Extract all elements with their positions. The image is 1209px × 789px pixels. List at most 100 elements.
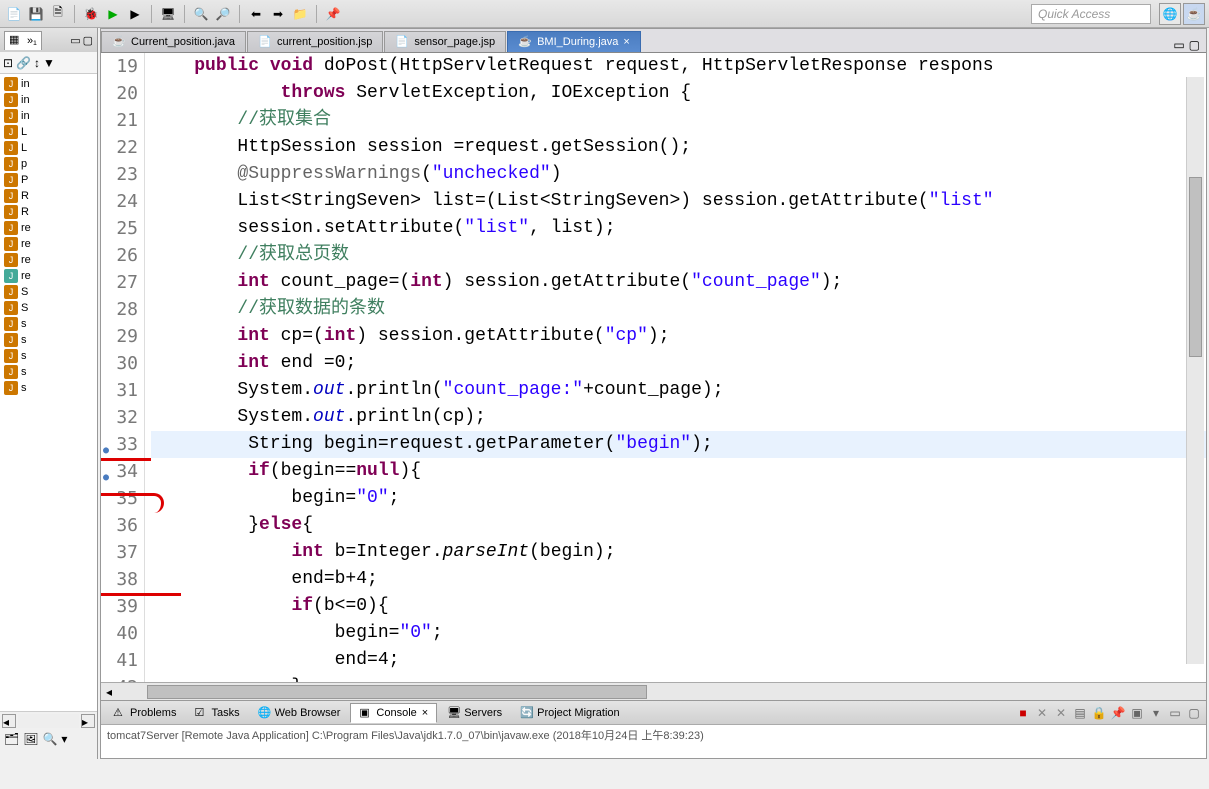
line-number[interactable]: 27: [101, 269, 138, 296]
editor-tab-BMI_During-java[interactable]: ☕BMI_During.java×: [507, 31, 641, 52]
line-number[interactable]: 32: [101, 404, 138, 431]
run-button[interactable]: ▶: [103, 4, 123, 24]
close-tab-button[interactable]: ×: [623, 36, 629, 48]
outline-item[interactable]: Js: [2, 316, 95, 332]
code-line[interactable]: int end =0;: [151, 350, 1206, 377]
line-number[interactable]: 33: [101, 431, 138, 458]
min-button[interactable]: ▭: [1167, 705, 1183, 721]
code-line[interactable]: end=b+4;: [151, 566, 1206, 593]
sort-button[interactable]: ↕: [34, 56, 40, 70]
remove-launch-button[interactable]: ✕: [1034, 705, 1050, 721]
code-line[interactable]: System.out.println("count_page:"+count_p…: [151, 377, 1206, 404]
console-tab-problems[interactable]: ⚠Problems: [105, 704, 184, 722]
forward-button[interactable]: ➡: [268, 4, 288, 24]
code-line[interactable]: List<StringSeven> list=(List<StringSeven…: [151, 188, 1206, 215]
run-last-button[interactable]: ▶: [125, 4, 145, 24]
console-tab-servers[interactable]: 🖥Servers: [439, 704, 510, 722]
remove-all-button[interactable]: ✕: [1053, 705, 1069, 721]
editor-tab-sensor_page-jsp[interactable]: 📄sensor_page.jsp: [384, 31, 506, 52]
code-line[interactable]: HttpSession session =request.getSession(…: [151, 134, 1206, 161]
console-tab-console[interactable]: ▣Console×: [350, 703, 437, 723]
outline-item[interactable]: Jin: [2, 108, 95, 124]
line-number[interactable]: 21: [101, 107, 138, 134]
pin-console-button[interactable]: 📌: [1110, 705, 1126, 721]
outline-item[interactable]: Js: [2, 364, 95, 380]
vertical-scrollbar[interactable]: [1186, 77, 1204, 664]
line-number[interactable]: 28: [101, 296, 138, 323]
code-line[interactable]: int cp=(int) session.getAttribute("cp");: [151, 323, 1206, 350]
scroll-lock-button[interactable]: 🔒: [1091, 705, 1107, 721]
hierarchy-icon[interactable]: 🗂: [4, 732, 19, 746]
code-line[interactable]: }else{: [151, 512, 1206, 539]
code-line[interactable]: if(b<=0){: [151, 593, 1206, 620]
code-line[interactable]: begin="0";: [151, 485, 1206, 512]
line-number[interactable]: 40: [101, 620, 138, 647]
line-number[interactable]: 25: [101, 215, 138, 242]
display-console-button[interactable]: ▣: [1129, 705, 1145, 721]
code-line[interactable]: public void doPost(HttpServletRequest re…: [151, 53, 1206, 80]
vscroll-thumb[interactable]: [1189, 177, 1202, 357]
console-tab-project-migration[interactable]: 🔄Project Migration: [512, 704, 628, 722]
line-number[interactable]: 20: [101, 80, 138, 107]
line-number[interactable]: 36: [101, 512, 138, 539]
search-button[interactable]: 🔎: [213, 4, 233, 24]
line-number[interactable]: 26: [101, 242, 138, 269]
clear-console-button[interactable]: ▤: [1072, 705, 1088, 721]
horizontal-scrollbar[interactable]: ◂: [101, 682, 1206, 700]
code-line[interactable]: //获取数据的条数: [151, 296, 1206, 323]
close-console-tab-button[interactable]: ×: [422, 707, 428, 719]
outline-item[interactable]: Jp: [2, 156, 95, 172]
debug-button[interactable]: 🐞: [81, 4, 101, 24]
line-number[interactable]: 19: [101, 53, 138, 80]
code-line[interactable]: session.setAttribute("list", list);: [151, 215, 1206, 242]
hscroll-left-button[interactable]: ◂: [2, 714, 16, 728]
maximize-view-button[interactable]: ▢: [83, 34, 93, 47]
hscroll-left-button[interactable]: ◂: [101, 685, 117, 699]
minimize-view-button[interactable]: ▭: [70, 34, 80, 47]
save-button[interactable]: 💾: [26, 4, 46, 24]
code-line[interactable]: //获取总页数: [151, 242, 1206, 269]
line-number[interactable]: 31: [101, 377, 138, 404]
menu-icon[interactable]: ▾: [61, 732, 67, 746]
line-number[interactable]: 41: [101, 647, 138, 674]
open-console-button[interactable]: ▾: [1148, 705, 1164, 721]
outline-item[interactable]: JP: [2, 172, 95, 188]
outline-item[interactable]: Js: [2, 332, 95, 348]
link-editor-button[interactable]: 🔗: [16, 56, 31, 70]
collapse-all-button[interactable]: ⊡: [3, 56, 13, 70]
hscroll-thumb[interactable]: [147, 685, 647, 699]
editor-tab-current_position-jsp[interactable]: 📄current_position.jsp: [247, 31, 383, 52]
outline-item[interactable]: Js: [2, 348, 95, 364]
line-number[interactable]: 29: [101, 323, 138, 350]
line-number[interactable]: 39: [101, 593, 138, 620]
console-tab-tasks[interactable]: ☑Tasks: [186, 704, 247, 722]
filter-button[interactable]: ▼: [43, 56, 55, 70]
editor-tab-Current_position-java[interactable]: ☕Current_position.java: [101, 31, 246, 52]
search-icon[interactable]: 🔍: [42, 732, 57, 746]
outline-item[interactable]: Jre: [2, 252, 95, 268]
save-all-button[interactable]: 🗎: [48, 4, 68, 24]
back-button[interactable]: ⬅: [246, 4, 266, 24]
line-gutter[interactable]: 1920212223242526272829303132333435363738…: [101, 53, 145, 682]
line-number[interactable]: 30: [101, 350, 138, 377]
new-button[interactable]: 📄: [4, 4, 24, 24]
outline-item[interactable]: JS: [2, 300, 95, 316]
code-editor[interactable]: 1920212223242526272829303132333435363738…: [101, 53, 1206, 682]
nav-button[interactable]: 📁: [290, 4, 310, 24]
maximize-editor-button[interactable]: ▢: [1189, 38, 1200, 52]
console-tab-web-browser[interactable]: 🌐Web Browser: [250, 704, 349, 722]
hscroll-right-button[interactable]: ▸: [81, 714, 95, 728]
perspective-jee-button[interactable]: 🌐: [1159, 3, 1181, 25]
code-line[interactable]: System.out.println(cp);: [151, 404, 1206, 431]
line-number[interactable]: 34: [101, 458, 138, 485]
code-line[interactable]: end=4;: [151, 647, 1206, 674]
code-line[interactable]: begin="0";: [151, 620, 1206, 647]
outline-item[interactable]: JL: [2, 140, 95, 156]
outline-item[interactable]: Jre: [2, 268, 95, 284]
code-line[interactable]: @SuppressWarnings("unchecked"): [151, 161, 1206, 188]
outline-item[interactable]: JR: [2, 188, 95, 204]
quick-access-input[interactable]: Quick Access: [1031, 4, 1151, 24]
outline-tab[interactable]: ▦ »₁: [4, 31, 42, 50]
outline-item[interactable]: Jre: [2, 220, 95, 236]
outline-item[interactable]: Jin: [2, 92, 95, 108]
